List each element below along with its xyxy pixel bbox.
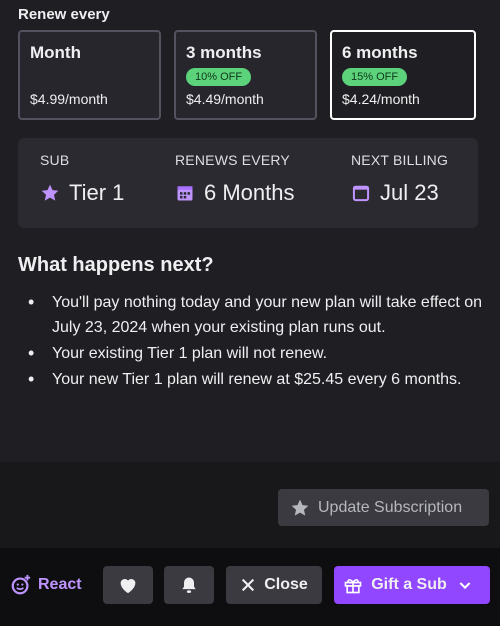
close-icon xyxy=(242,578,255,592)
discount-badge: 10% OFF xyxy=(186,68,252,86)
update-subscription-label: Update Subscription xyxy=(318,498,463,516)
renews-value: 6 Months xyxy=(204,180,295,205)
subscription-summary: SUB Tier 1 RENEWS EVERY 6 Months NEXT BI… xyxy=(18,138,478,228)
close-button[interactable]: Close xyxy=(226,566,322,604)
gift-icon xyxy=(344,579,362,594)
gift-a-sub-button[interactable]: Gift a Sub xyxy=(334,566,490,604)
billing-label: NEXT BILLING xyxy=(351,152,449,168)
plan-option-6-months[interactable]: 6 months 15% OFF $4.24/month xyxy=(330,30,476,120)
heart-button[interactable] xyxy=(103,566,153,604)
plan-price: $4.24/month xyxy=(342,91,420,107)
billing-column: NEXT BILLING Jul 23 xyxy=(351,152,448,206)
plan-price: $4.49/month xyxy=(186,91,264,107)
renew-every-heading: Renew every xyxy=(18,6,110,23)
billing-value: Jul 23 xyxy=(380,180,439,205)
list-item: • Your new Tier 1 plan will renew at $25.… xyxy=(28,369,462,389)
bell-icon xyxy=(182,577,196,593)
close-label: Close xyxy=(264,576,308,593)
update-subscription-button[interactable]: Update Subscription xyxy=(278,489,489,526)
plan-option-month[interactable]: Month $4.99/month xyxy=(18,30,161,120)
plan-option-3-months[interactable]: 3 months 10% OFF $4.49/month xyxy=(174,30,317,120)
calendar-outline-icon xyxy=(352,185,370,202)
discount-badge: 15% OFF xyxy=(342,68,408,86)
plan-name: 6 months xyxy=(342,43,418,62)
react-label: React xyxy=(38,576,82,593)
star-icon xyxy=(291,499,309,516)
heart-icon xyxy=(120,579,136,594)
list-item: • Your existing Tier 1 plan will not rene… xyxy=(28,343,328,363)
star-icon xyxy=(41,184,59,201)
what-happens-next-heading: What happens next? xyxy=(18,254,214,276)
plan-name: Month xyxy=(30,43,81,62)
sub-column: SUB Tier 1 xyxy=(40,152,124,206)
sub-label: SUB xyxy=(40,152,70,168)
list-item: • You'll pay nothing today and your new p… xyxy=(28,292,483,336)
renews-label: RENEWS EVERY xyxy=(175,152,290,168)
sub-value: Tier 1 xyxy=(69,180,125,205)
react-button[interactable]: React xyxy=(10,566,90,604)
renews-column: RENEWS EVERY 6 Months xyxy=(175,152,295,206)
next-steps-list: • You'll pay nothing today and your new p… xyxy=(28,290,488,393)
plan-name: 3 months xyxy=(186,43,262,62)
chevron-down-icon xyxy=(459,582,471,590)
notification-button[interactable] xyxy=(164,566,214,604)
gift-a-sub-label: Gift a Sub xyxy=(371,576,447,593)
react-icon xyxy=(11,574,31,595)
plan-price: $4.99/month xyxy=(30,91,108,107)
calendar-icon xyxy=(177,186,193,201)
